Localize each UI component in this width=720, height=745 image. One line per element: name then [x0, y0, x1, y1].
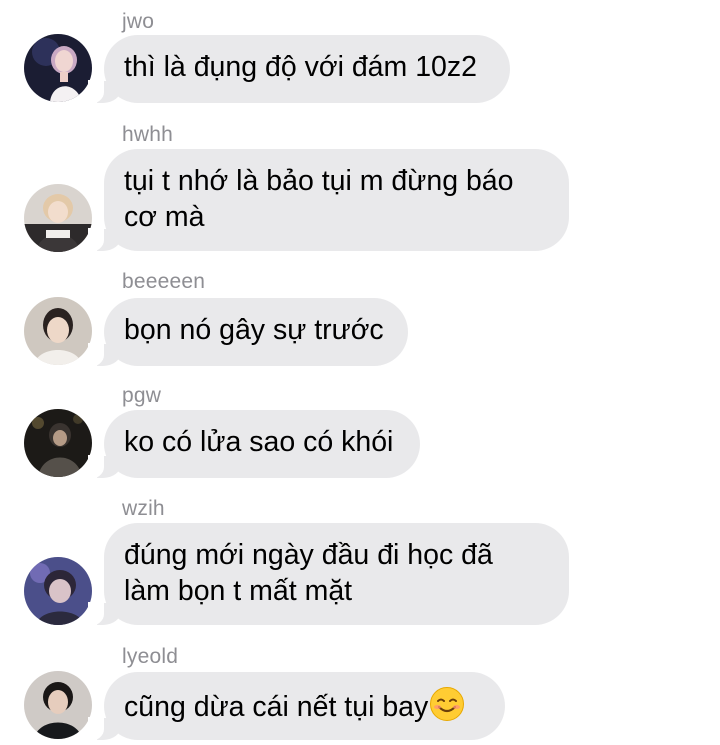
message-bubble[interactable]: tụi t nhớ là bảo tụi m đừng báo cơ mà [88, 149, 569, 252]
avatar-image [24, 297, 92, 365]
sender-name: jwo [122, 10, 155, 33]
avatar[interactable] [24, 671, 92, 739]
sender-name: pgw [122, 384, 162, 407]
avatar-image [24, 184, 92, 252]
message-bubble[interactable]: bọn nó gây sự trước [88, 298, 408, 367]
avatar-image [24, 671, 92, 739]
sender-name: hwhh [122, 123, 174, 146]
message-bubble[interactable]: ko có lửa sao có khói [88, 410, 420, 479]
avatar[interactable] [24, 557, 92, 625]
message-bubble[interactable]: cũng dừa cái nết tụi bay [88, 672, 505, 741]
sender-name: wzih [122, 497, 165, 520]
message-text: ko có lửa sao có khói [124, 426, 394, 458]
avatar[interactable] [24, 297, 92, 365]
avatar[interactable] [24, 184, 92, 252]
message-text: thì là đụng độ với đám 10z2 [124, 51, 477, 83]
message-bubble[interactable]: thì là đụng độ với đám 10z2 [88, 35, 510, 104]
avatar[interactable] [24, 34, 92, 102]
message-text: đúng mới ngày đầu đi học đã [124, 539, 493, 571]
message-row: jwo thì là đụng độ với đám 10z2 [0, 0, 720, 110]
message-text: tụi t nhớ là bảo tụi m đừng báo [124, 165, 514, 197]
message-text: bọn nó gây sự trước [124, 314, 384, 346]
message-bubble[interactable]: đúng mới ngày đầu đi học đã làm bọn t mấ… [88, 523, 569, 626]
message-text: cũng dừa cái nết tụi bay [124, 691, 429, 723]
sender-name: lyeold [122, 645, 179, 668]
smiling-face-icon [430, 687, 465, 721]
message-text: cơ mà [124, 201, 205, 233]
avatar-image [24, 409, 92, 477]
avatar-image [24, 34, 92, 102]
message-text: làm bọn t mất mặt [124, 575, 353, 607]
avatar-image [24, 557, 92, 625]
sender-name: beeeeen [122, 270, 206, 293]
avatar[interactable] [24, 409, 92, 477]
